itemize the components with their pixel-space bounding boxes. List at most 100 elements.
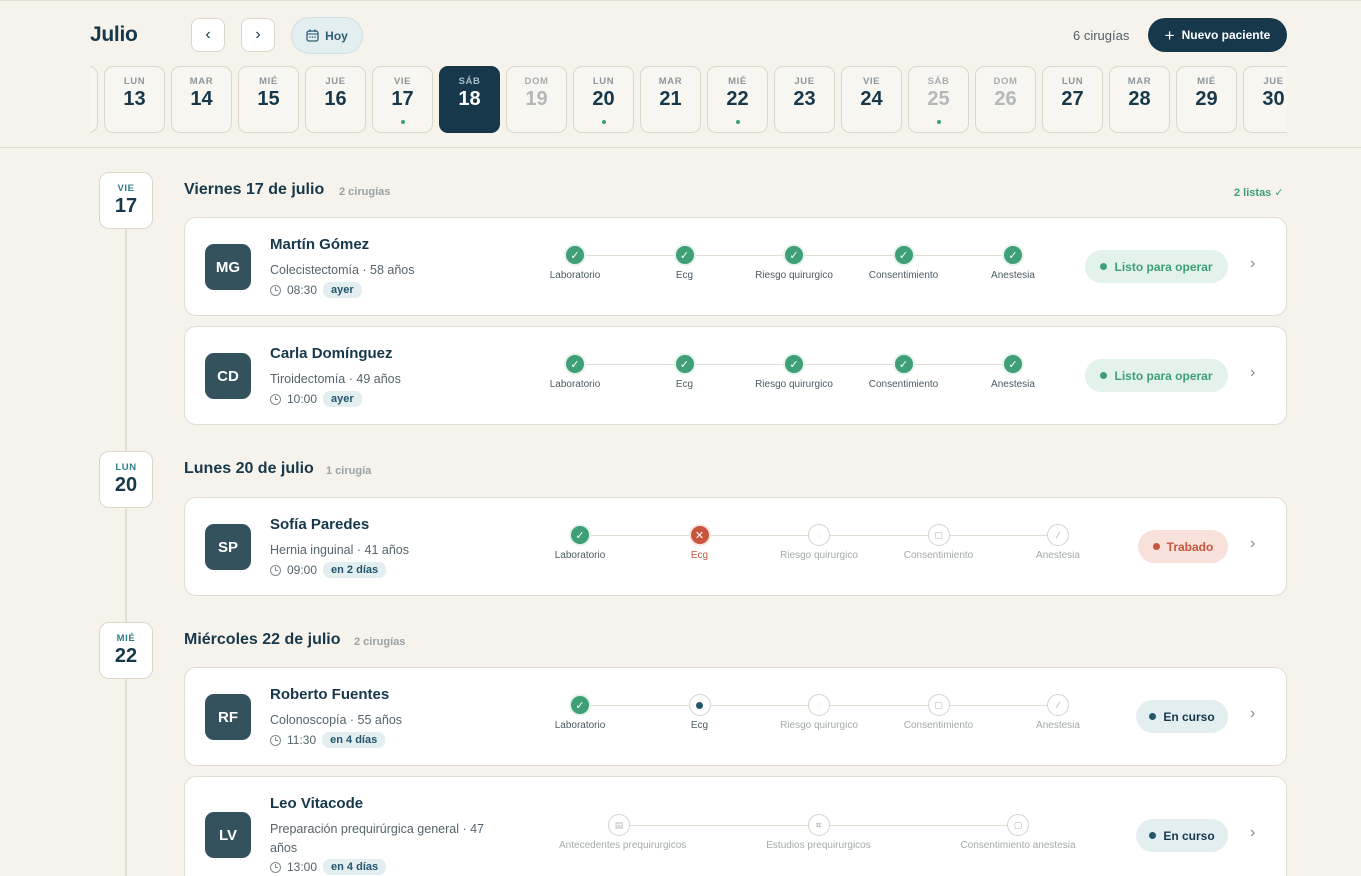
chevron-right-icon[interactable]: › bbox=[1250, 364, 1255, 382]
checklist-steps: ▤ Antecedentes prequirurgicos ⌗ Estudios pr… bbox=[185, 814, 1288, 864]
status-dot bbox=[1100, 263, 1108, 270]
day-cell-number: 14 bbox=[190, 88, 213, 110]
checklist-step[interactable]: ✓ Laboratorio bbox=[520, 524, 640, 561]
patient-card[interactable]: RF Roberto Fuentes Colonoscopía · 55 años 1… bbox=[184, 667, 1287, 766]
checklist-step-label: Laboratorio bbox=[549, 270, 601, 281]
day-cell-21[interactable]: MAR 21 bbox=[640, 66, 701, 133]
checklist-step-label: Ecg bbox=[690, 720, 709, 731]
day-cell-19[interactable]: DOM 19 bbox=[506, 66, 567, 133]
checklist-step[interactable]: ✓ Anestesia bbox=[953, 244, 1073, 281]
day-cell-17[interactable]: VIE 17 bbox=[372, 66, 433, 133]
day-cell-number: 26 bbox=[994, 88, 1017, 110]
check-icon: ✓ bbox=[569, 694, 591, 716]
checklist-step[interactable]: ∕ Anestesia bbox=[998, 524, 1118, 561]
day-cell-15[interactable]: MIÉ 15 bbox=[238, 66, 299, 133]
day-cell-22[interactable]: MIÉ 22 bbox=[707, 66, 768, 133]
day-cell-14[interactable]: MAR 14 bbox=[171, 66, 232, 133]
checklist-step[interactable]: ✓ Riesgo quirurgico bbox=[734, 353, 854, 390]
day-cell-16[interactable]: JUE 16 bbox=[305, 66, 366, 133]
day-cell-number: 15 bbox=[257, 88, 280, 110]
day-cell-number: 28 bbox=[1128, 88, 1151, 110]
syringe-icon: ∕ bbox=[1047, 524, 1069, 546]
chevron-right-icon[interactable]: › bbox=[1250, 255, 1255, 273]
day-strip: DOM12LUN13MAR14MIÉ15JUE16VIE17SÁB18DOM19… bbox=[90, 66, 1287, 134]
checklist-step[interactable]: ✓ Consentimiento bbox=[844, 244, 964, 281]
section-count: 2 cirugías bbox=[339, 186, 391, 198]
checklist-step[interactable]: ▢ Consentimiento anestesia bbox=[958, 814, 1078, 851]
day-cell-weekday: JUE bbox=[794, 76, 815, 87]
check-icon: ✓ bbox=[892, 353, 915, 375]
new-patient-button[interactable]: + Nuevo paciente bbox=[1148, 18, 1287, 52]
day-cell-weekday: DOM bbox=[993, 76, 1018, 87]
day-cell-29[interactable]: MIÉ 29 bbox=[1176, 66, 1237, 133]
patient-card[interactable]: SP Sofía Paredes Hernia inguinal · 41 años… bbox=[184, 497, 1287, 596]
checklist-step-label: Consentimiento bbox=[903, 720, 974, 731]
checklist-step-label: Anestesia bbox=[991, 270, 1035, 281]
checklist-step[interactable]: ✓ Laboratorio bbox=[520, 694, 640, 731]
chevron-right-icon[interactable]: › bbox=[1250, 705, 1255, 723]
date-badge-day: 17 bbox=[114, 195, 138, 217]
check-icon: ✓ bbox=[783, 244, 805, 266]
chevron-right-icon[interactable]: › bbox=[1250, 535, 1255, 553]
day-cell-20[interactable]: LUN 20 bbox=[573, 66, 634, 133]
day-cell-number: 20 bbox=[592, 88, 615, 110]
day-cell-weekday: VIE bbox=[862, 76, 881, 87]
checklist-step[interactable]: ◌ Riesgo quirurgico bbox=[759, 694, 879, 731]
current-dot bbox=[696, 701, 703, 709]
shield-icon: ◌ bbox=[808, 694, 830, 716]
checklist-step[interactable]: ✓ Ecg bbox=[625, 244, 745, 281]
document-sign-icon: ▢ bbox=[927, 524, 950, 546]
day-cell-weekday: LUN bbox=[1061, 76, 1084, 87]
checklist-step[interactable]: ✓ Consentimiento bbox=[844, 353, 964, 390]
checklist-step[interactable]: ✓ Riesgo quirurgico bbox=[734, 244, 854, 281]
patient-card[interactable]: LV Leo Vitacode Preparación prequirúrgica … bbox=[184, 776, 1287, 876]
day-cell-26[interactable]: DOM 26 bbox=[975, 66, 1036, 133]
checklist-step[interactable]: ▢ Consentimiento bbox=[879, 694, 999, 731]
date-badge: VIE 17 bbox=[99, 172, 153, 229]
chevron-right-icon[interactable]: › bbox=[1250, 824, 1255, 842]
checklist-step-label: Ecg bbox=[690, 550, 709, 561]
check-icon: ✓ bbox=[564, 244, 586, 266]
day-cell-18[interactable]: SÁB 18 bbox=[439, 66, 500, 133]
day-cell-25[interactable]: SÁB 25 bbox=[908, 66, 969, 133]
checklist-step[interactable]: ✓ Laboratorio bbox=[515, 244, 635, 281]
checklist-step[interactable]: ∕ Anestesia bbox=[998, 694, 1118, 731]
checklist-step[interactable]: ✓ Ecg bbox=[625, 353, 745, 390]
plus-icon: + bbox=[1164, 25, 1175, 45]
status-label: En curso bbox=[1163, 709, 1215, 724]
next-week-button[interactable]: › bbox=[241, 18, 275, 52]
patient-card[interactable]: CD Carla Domínguez Tiroidectomía · 49 años… bbox=[184, 326, 1287, 425]
day-cell-13[interactable]: LUN 13 bbox=[104, 66, 165, 133]
check-icon: ✓ bbox=[1002, 244, 1024, 266]
day-cell-weekday: SÁB bbox=[458, 76, 481, 87]
patient-card[interactable]: MG Martín Gómez Colecistectomía · 58 años 0… bbox=[184, 217, 1287, 316]
checklist-step-label: Riesgo quirurgico bbox=[780, 550, 858, 561]
checklist-step[interactable]: ▢ Consentimiento bbox=[879, 524, 999, 561]
checklist-step[interactable]: ⌗ Estudios prequirurgicos bbox=[759, 814, 879, 851]
day-cell-23[interactable]: JUE 23 bbox=[774, 66, 835, 133]
status-badge: En curso bbox=[1136, 819, 1228, 852]
checklist-step[interactable]: ✕ Ecg bbox=[640, 524, 760, 561]
checklist-step-label: Ecg bbox=[675, 270, 694, 281]
day-cell-number: 17 bbox=[391, 88, 414, 110]
day-cell-28[interactable]: MAR 28 bbox=[1109, 66, 1170, 133]
checklist-step-label: Ecg bbox=[675, 379, 694, 390]
date-badge: MIÉ 22 bbox=[99, 622, 153, 679]
month-title: Julio bbox=[90, 23, 138, 46]
day-cell-24[interactable]: VIE 24 bbox=[841, 66, 902, 133]
prev-week-button[interactable]: ‹ bbox=[191, 18, 225, 52]
checklist-step[interactable]: ◌ Riesgo quirurgico bbox=[759, 524, 879, 561]
checklist-step[interactable]: ▤ Antecedentes prequirurgicos bbox=[559, 814, 686, 851]
checklist-step[interactable]: ✓ Anestesia bbox=[953, 353, 1073, 390]
day-cell-27[interactable]: LUN 27 bbox=[1042, 66, 1103, 133]
checklist-step[interactable]: Ecg bbox=[640, 694, 760, 731]
day-cell-weekday: MIÉ bbox=[728, 76, 747, 87]
today-button[interactable]: Hoy bbox=[291, 17, 363, 54]
check-icon: ✓ bbox=[892, 244, 915, 266]
checklist-step[interactable]: ✓ Laboratorio bbox=[515, 353, 635, 390]
day-cell-weekday: VIE bbox=[393, 76, 412, 87]
day-cell-30[interactable]: JUE 30 bbox=[1243, 66, 1287, 133]
day-cell-12[interactable]: DOM12 bbox=[90, 66, 98, 133]
day-cell-weekday: SÁB bbox=[927, 76, 950, 87]
status-badge: En curso bbox=[1136, 700, 1228, 733]
